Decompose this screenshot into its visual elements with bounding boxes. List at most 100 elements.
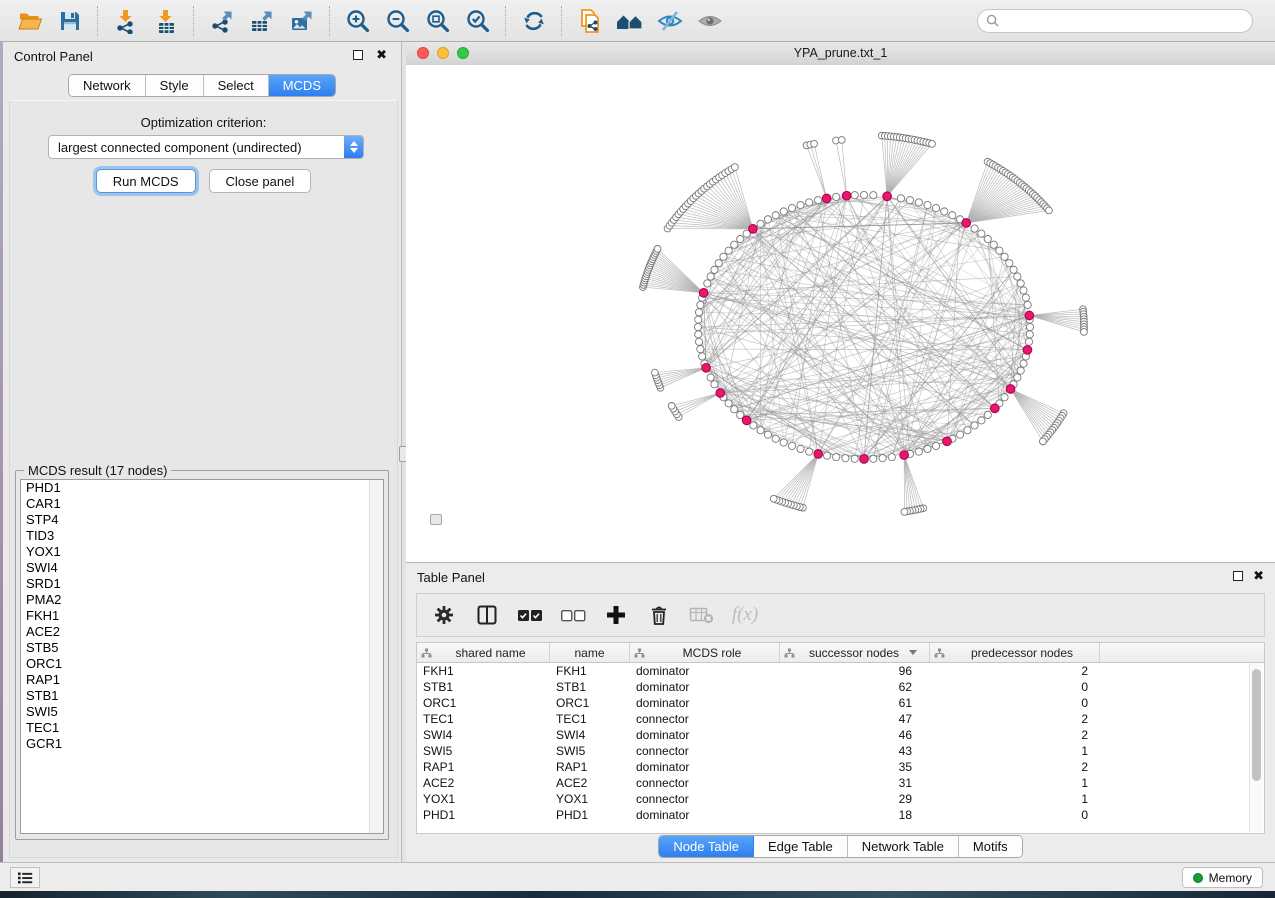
column-header-name[interactable]: name bbox=[550, 643, 630, 662]
network-hub-node[interactable] bbox=[860, 455, 869, 464]
table-cell[interactable]: 46 bbox=[780, 728, 930, 742]
network-node[interactable] bbox=[654, 246, 661, 253]
first-neighbors-button[interactable] bbox=[610, 3, 650, 39]
table-cell[interactable]: 31 bbox=[780, 776, 930, 790]
table-cell[interactable]: connector bbox=[630, 744, 780, 758]
network-node[interactable] bbox=[1022, 294, 1029, 301]
network-node[interactable] bbox=[1025, 338, 1032, 345]
import-network-button[interactable] bbox=[106, 3, 146, 39]
network-node[interactable] bbox=[1045, 207, 1052, 214]
split-columns-button[interactable] bbox=[470, 598, 504, 632]
network-node[interactable] bbox=[1001, 253, 1008, 260]
network-node[interactable] bbox=[725, 247, 732, 254]
table-cell[interactable]: dominator bbox=[630, 664, 780, 678]
table-cell[interactable]: dominator bbox=[630, 808, 780, 822]
table-row[interactable]: SWI4SWI4dominator462 bbox=[417, 727, 1264, 743]
network-node[interactable] bbox=[956, 431, 963, 438]
network-hub-node[interactable] bbox=[749, 225, 758, 234]
network-node[interactable] bbox=[770, 495, 777, 502]
network-node[interactable] bbox=[780, 439, 787, 446]
network-node[interactable] bbox=[780, 208, 787, 215]
table-cell[interactable]: 0 bbox=[930, 808, 1100, 822]
network-node[interactable] bbox=[707, 374, 714, 381]
network-hub-node[interactable] bbox=[943, 437, 952, 446]
network-hub-node[interactable] bbox=[814, 450, 823, 459]
table-cell[interactable]: PHD1 bbox=[417, 808, 550, 822]
network-node[interactable] bbox=[1026, 331, 1033, 338]
show-all-button[interactable] bbox=[690, 3, 730, 39]
table-cell[interactable]: dominator bbox=[630, 728, 780, 742]
network-node[interactable] bbox=[984, 411, 991, 418]
table-row[interactable]: TEC1TEC1connector472 bbox=[417, 711, 1264, 727]
table-cell[interactable]: connector bbox=[630, 792, 780, 806]
tab-mcds[interactable]: MCDS bbox=[269, 75, 335, 96]
mcds-list-scrollbar[interactable] bbox=[369, 480, 383, 833]
network-node[interactable] bbox=[711, 381, 718, 388]
network-node[interactable] bbox=[668, 403, 675, 410]
network-node[interactable] bbox=[704, 280, 711, 287]
table-row[interactable]: STB1STB1dominator620 bbox=[417, 679, 1264, 695]
mcds-result-item[interactable]: TEC1 bbox=[21, 720, 383, 736]
table-scrollbar-thumb[interactable] bbox=[1252, 669, 1261, 781]
float-panel-icon[interactable] bbox=[1233, 571, 1243, 581]
table-cell[interactable]: 2 bbox=[930, 712, 1100, 726]
network-node[interactable] bbox=[797, 445, 804, 452]
mcds-result-item[interactable]: TID3 bbox=[21, 528, 383, 544]
network-node[interactable] bbox=[694, 323, 701, 330]
network-canvas[interactable] bbox=[406, 65, 1275, 562]
network-node[interactable] bbox=[731, 406, 738, 413]
network-node[interactable] bbox=[906, 197, 913, 204]
duplicate-network-button[interactable] bbox=[570, 3, 610, 39]
network-node[interactable] bbox=[1017, 280, 1024, 287]
column-header-shared-name[interactable]: shared name bbox=[417, 643, 550, 662]
mcds-result-item[interactable]: SWI4 bbox=[21, 560, 383, 576]
mcds-result-item[interactable]: CAR1 bbox=[21, 496, 383, 512]
table-cell[interactable]: ORC1 bbox=[417, 696, 550, 710]
network-hub-node[interactable] bbox=[1023, 346, 1032, 355]
network-hub-node[interactable] bbox=[883, 192, 892, 201]
network-node[interactable] bbox=[811, 140, 818, 147]
network-hub-node[interactable] bbox=[842, 191, 851, 200]
table-cell[interactable]: 35 bbox=[780, 760, 930, 774]
network-node[interactable] bbox=[888, 454, 895, 461]
network-node[interactable] bbox=[750, 422, 757, 429]
mcds-result-item[interactable]: ORC1 bbox=[21, 656, 383, 672]
table-scrollbar[interactable] bbox=[1249, 663, 1263, 832]
table-cell[interactable]: STB1 bbox=[417, 680, 550, 694]
network-node[interactable] bbox=[715, 260, 722, 267]
network-node[interactable] bbox=[842, 455, 849, 462]
table-row[interactable]: YOX1YOX1connector291 bbox=[417, 791, 1264, 807]
table-cell[interactable]: 1 bbox=[930, 792, 1100, 806]
tab-select[interactable]: Select bbox=[204, 75, 269, 96]
network-hub-node[interactable] bbox=[1006, 385, 1015, 394]
function-builder-button[interactable]: f(x) bbox=[728, 598, 762, 632]
network-node[interactable] bbox=[870, 192, 877, 199]
network-node[interactable] bbox=[814, 197, 821, 204]
close-panel-button[interactable]: Close panel bbox=[209, 169, 312, 193]
network-node[interactable] bbox=[772, 212, 779, 219]
network-node[interactable] bbox=[695, 338, 702, 345]
network-node[interactable] bbox=[838, 137, 845, 144]
network-node[interactable] bbox=[924, 445, 931, 452]
table-cell[interactable]: RAP1 bbox=[417, 760, 550, 774]
network-node[interactable] bbox=[707, 273, 714, 280]
network-hub-node[interactable] bbox=[822, 194, 831, 203]
close-panel-icon[interactable]: ✖ bbox=[1253, 568, 1264, 584]
mcds-result-item[interactable]: GCR1 bbox=[21, 736, 383, 752]
tab-network[interactable]: Network bbox=[69, 75, 146, 96]
export-network-button[interactable] bbox=[202, 3, 242, 39]
network-node[interactable] bbox=[797, 201, 804, 208]
tab-edge-table[interactable]: Edge Table bbox=[754, 836, 848, 857]
table-cell[interactable]: 2 bbox=[930, 760, 1100, 774]
network-node[interactable] bbox=[1081, 328, 1088, 335]
network-node[interactable] bbox=[1010, 266, 1017, 273]
network-node[interactable] bbox=[984, 235, 991, 242]
network-node[interactable] bbox=[978, 230, 985, 237]
network-node[interactable] bbox=[978, 417, 985, 424]
network-node[interactable] bbox=[1006, 260, 1013, 267]
table-cell[interactable]: FKH1 bbox=[550, 664, 630, 678]
network-node[interactable] bbox=[695, 316, 702, 323]
network-node[interactable] bbox=[860, 191, 867, 198]
network-node[interactable] bbox=[901, 508, 908, 515]
mcds-result-item[interactable]: PMA2 bbox=[21, 592, 383, 608]
